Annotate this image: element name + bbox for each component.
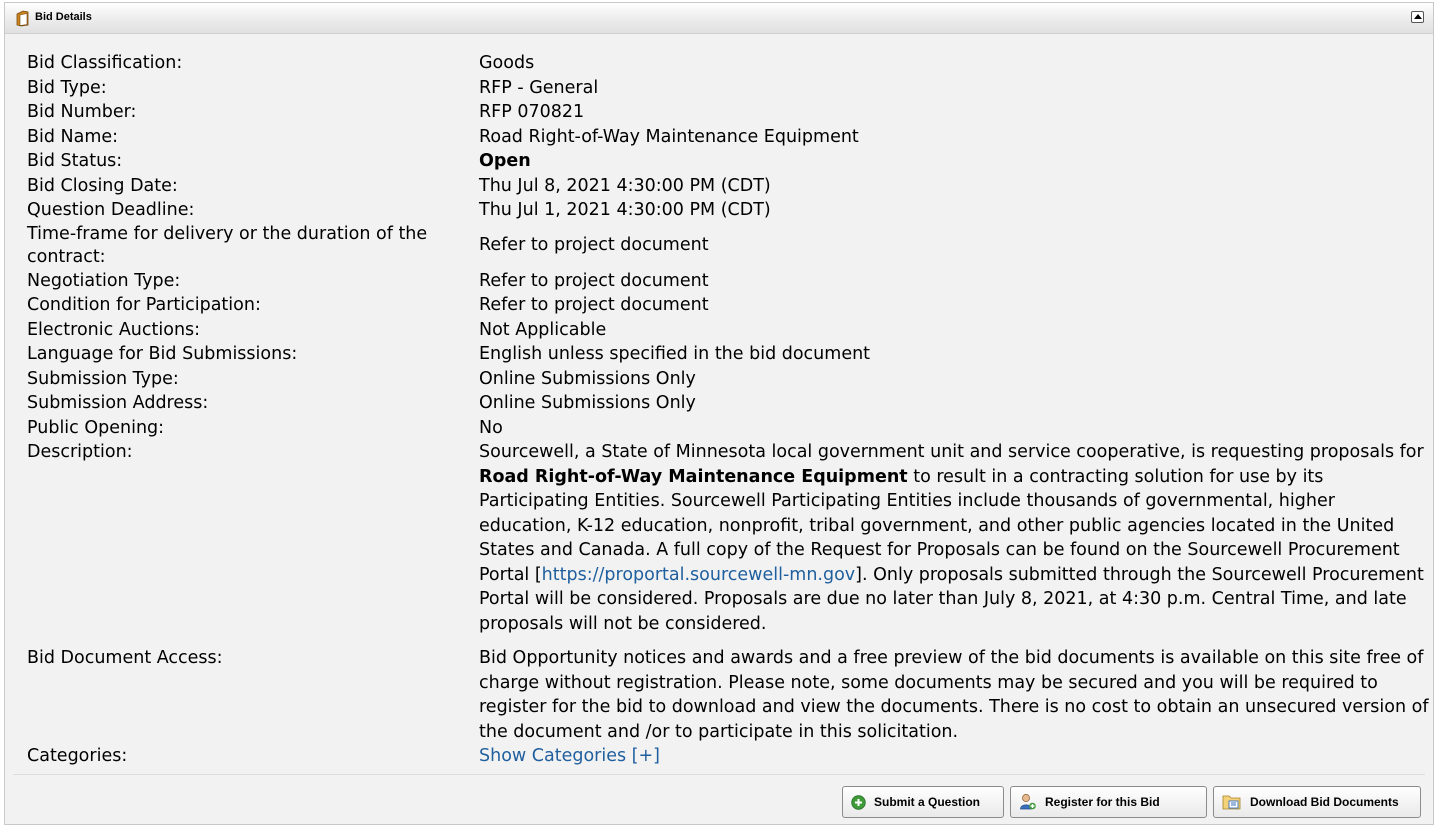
field-value: Not Applicable: [479, 319, 607, 340]
panel-title: Bid Details: [35, 11, 92, 23]
field-label: Language for Bid Submissions:: [27, 344, 298, 364]
field-label: Negotiation Type:: [27, 270, 181, 291]
bid-details-list: Bid Classification: Goods Bid Type: RFP …: [27, 51, 1429, 769]
field-value: Thu Jul 8, 2021 4:30:00 PM (CDT): [479, 175, 771, 196]
field-label: Bid Name:: [27, 126, 119, 147]
plus-circle-icon: [851, 794, 866, 810]
field-label: Time-frame for delivery or the duration …: [27, 223, 428, 267]
description-value: Sourcewell, a State of Minnesota local g…: [479, 440, 1429, 636]
field-row-submission-address: Submission Address: Online Submissions O…: [27, 391, 1429, 416]
briefcase-icon: [16, 10, 29, 27]
field-label: Bid Number:: [27, 102, 137, 122]
user-add-icon: [1019, 793, 1037, 811]
field-row-submission-type: Submission Type: Online Submissions Only: [27, 367, 1429, 392]
field-value: RFP 070821: [479, 102, 585, 122]
field-label: Submission Type:: [27, 368, 179, 389]
field-label: Categories:: [27, 746, 128, 766]
field-value: Online Submissions Only: [479, 393, 696, 413]
description-bold-name: Road Right-of-Way Maintenance Equipment: [479, 466, 908, 487]
show-categories-link[interactable]: Show Categories [+]: [479, 746, 660, 766]
field-label: Question Deadline:: [27, 200, 195, 220]
field-value: Thu Jul 1, 2021 4:30:00 PM (CDT): [479, 200, 771, 220]
field-row-name: Bid Name: Road Right-of-Way Maintenance …: [27, 125, 1429, 150]
field-row-public-opening: Public Opening: No: [27, 416, 1429, 441]
field-row-negotiation-type: Negotiation Type: Refer to project docum…: [27, 269, 1429, 294]
collapse-up-icon[interactable]: [1411, 11, 1424, 23]
description-text: Sourcewell, a State of Minnesota local g…: [479, 442, 1424, 462]
field-label: Public Opening:: [27, 417, 165, 438]
folder-icon: [1222, 793, 1242, 811]
field-row-auctions: Electronic Auctions: Not Applicable: [27, 318, 1429, 343]
field-value: Online Submissions Only: [479, 368, 696, 389]
field-value: Bid Opportunity notices and awards and a…: [479, 648, 1429, 742]
field-row-question-deadline: Question Deadline: Thu Jul 1, 2021 4:30:…: [27, 198, 1429, 223]
register-bid-label: Register for this Bid: [1045, 795, 1160, 809]
field-label: Electronic Auctions:: [27, 319, 201, 340]
field-row-closing-date: Bid Closing Date: Thu Jul 8, 2021 4:30:0…: [27, 174, 1429, 199]
field-row-document-access: Bid Document Access: Bid Opportunity not…: [27, 646, 1429, 744]
field-row-type: Bid Type: RFP - General: [27, 76, 1429, 101]
field-row-categories: Categories: Show Categories [+]: [27, 744, 1429, 769]
field-value: RFP - General: [479, 77, 599, 98]
field-row-condition: Condition for Participation: Refer to pr…: [27, 293, 1429, 318]
bid-details-panel: Bid Details Bid Classification: Goods Bi…: [4, 2, 1434, 825]
field-label: Description:: [27, 442, 133, 462]
submit-question-button[interactable]: Submit a Question: [842, 786, 1004, 818]
field-row-language: Language for Bid Submissions: English un…: [27, 342, 1429, 367]
proportal-link[interactable]: https://proportal.sourcewell-mn.gov: [542, 565, 855, 585]
field-label: Condition for Participation:: [27, 295, 261, 315]
field-label: Submission Address:: [27, 393, 209, 413]
field-value: No: [479, 417, 503, 438]
register-bid-button[interactable]: Register for this Bid: [1010, 786, 1207, 818]
field-row-number: Bid Number: RFP 070821: [27, 100, 1429, 125]
submit-question-label: Submit a Question: [874, 795, 981, 809]
field-value: Road Right-of-Way Maintenance Equipment: [479, 126, 859, 147]
field-value: Refer to project document: [479, 295, 709, 315]
field-value: Refer to project document: [479, 235, 709, 256]
field-row-description: Description: Sourcewell, a State of Minn…: [27, 440, 1429, 636]
download-documents-button[interactable]: Download Bid Documents: [1213, 786, 1421, 818]
field-label: Bid Closing Date:: [27, 175, 178, 196]
status-value: Open: [479, 151, 531, 171]
field-row-status: Bid Status: Open: [27, 149, 1429, 174]
field-row-classification: Bid Classification: Goods: [27, 51, 1429, 76]
button-bar: Submit a Question Register for this Bid: [842, 786, 1421, 818]
field-value: English unless specified in the bid docu…: [479, 344, 871, 364]
field-label: Bid Status:: [27, 151, 123, 171]
field-value: Goods: [479, 53, 535, 73]
download-documents-label: Download Bid Documents: [1250, 795, 1399, 809]
field-row-time-frame: Time-frame for delivery or the duration …: [27, 223, 1429, 269]
panel-header: Bid Details: [5, 3, 1433, 34]
field-label: Bid Document Access:: [27, 648, 223, 668]
field-label: Bid Type:: [27, 77, 107, 98]
field-label: Bid Classification:: [27, 53, 183, 73]
footer-divider: [13, 774, 1425, 775]
field-value: Refer to project document: [479, 270, 709, 291]
